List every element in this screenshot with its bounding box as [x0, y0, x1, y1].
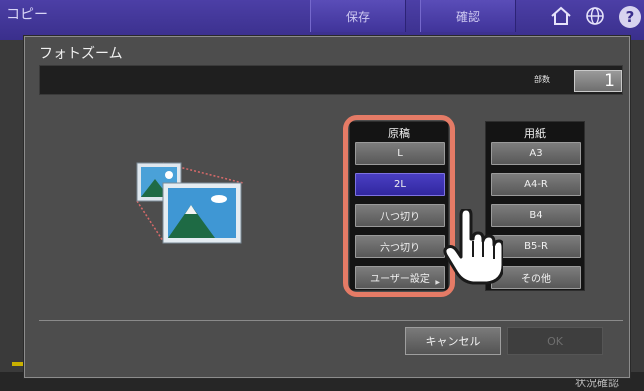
original-highlight-ring — [343, 115, 455, 297]
tab-save[interactable]: 保存 — [310, 0, 406, 32]
ok-button[interactable]: OK — [507, 327, 603, 355]
copies-label: 部数 — [534, 75, 550, 84]
app-title: コピー — [6, 7, 48, 23]
paper-option-a4r[interactable]: A4-R — [491, 173, 581, 196]
paper-option-a3[interactable]: A3 — [491, 142, 581, 165]
copies-field[interactable]: 1 — [574, 70, 622, 92]
cancel-button[interactable]: キャンセル — [405, 327, 501, 355]
dialog-title: フォトズーム — [39, 46, 123, 62]
background-right-panel — [630, 40, 644, 372]
paper-option-other[interactable]: その他 — [491, 266, 581, 289]
paper-option-b5r[interactable]: B5-R — [491, 235, 581, 258]
paper-header: 用紙 — [524, 127, 546, 140]
background-header: コピー 保存 確認 ? — [0, 0, 644, 40]
paper-option-b4[interactable]: B4 — [491, 204, 581, 227]
globe-icon[interactable] — [582, 4, 608, 28]
hand-cursor-icon — [443, 209, 503, 285]
background-left-panel — [0, 40, 24, 372]
help-icon[interactable]: ? — [619, 6, 641, 28]
photo-zoom-dialog: フォトズーム 部数 1 原稿 L 2L 八つ切り 六つ切り ユーザー設定 ▶ 用… — [24, 36, 630, 378]
dialog-divider — [39, 320, 623, 321]
tab-confirm[interactable]: 確認 — [420, 0, 516, 32]
copies-bar: 部数 1 — [39, 65, 623, 95]
home-icon[interactable] — [548, 4, 574, 28]
photo-zoom-icon — [136, 162, 244, 244]
